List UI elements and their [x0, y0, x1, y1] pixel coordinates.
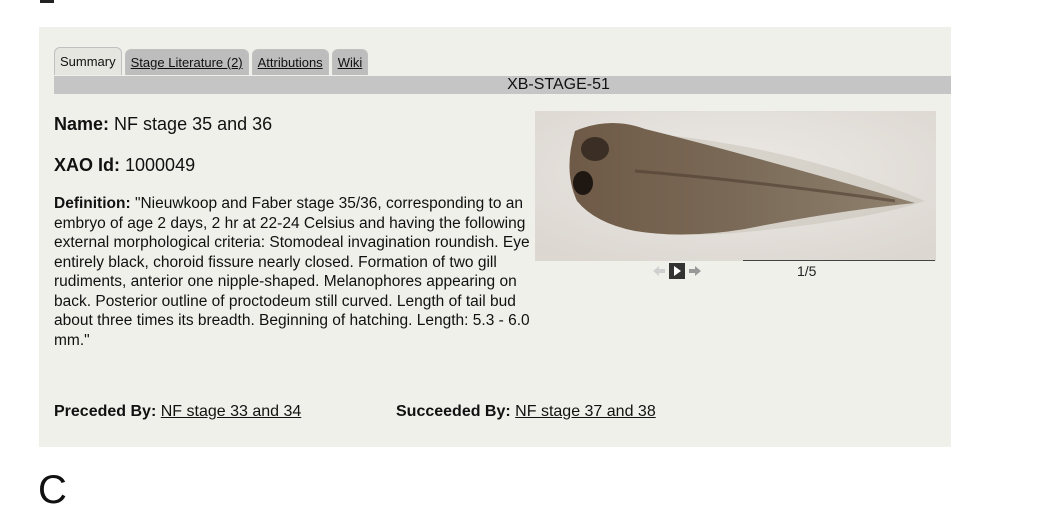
top-edge-mark: [40, 0, 54, 3]
succeeded-by-label: Succeeded By:: [396, 403, 511, 420]
tadpole-illustration: [535, 111, 936, 261]
tab-summary[interactable]: Summary: [54, 47, 122, 75]
xao-id-value: 1000049: [125, 155, 196, 175]
play-icon[interactable]: [669, 263, 685, 279]
image-divider: [743, 260, 935, 261]
stage-id: XB-STAGE-51: [507, 76, 610, 93]
next-arrow-icon[interactable]: [687, 263, 703, 279]
tab-wiki[interactable]: Wiki: [331, 49, 369, 75]
panel-letter: C: [38, 468, 67, 512]
tab-attributions[interactable]: Attributions: [251, 49, 329, 75]
definition-block: Definition: "Nieuwkoop and Faber stage 3…: [54, 194, 541, 350]
tab-stage-literature[interactable]: Stage Literature (2): [124, 49, 249, 75]
definition-label: Definition:: [54, 195, 131, 212]
name-field: Name: NF stage 35 and 36: [54, 114, 272, 135]
preceded-by: Preceded By: NF stage 33 and 34: [54, 403, 301, 421]
definition-text: "Nieuwkoop and Faber stage 35/36, corres…: [54, 195, 530, 349]
prev-arrow-icon[interactable]: [651, 263, 667, 279]
name-label: Name:: [54, 114, 110, 134]
name-value: NF stage 35 and 36: [114, 114, 273, 134]
image-counter: 1/5: [797, 263, 817, 279]
tadpole-image[interactable]: [535, 111, 936, 261]
succeeded-by: Succeeded By: NF stage 37 and 38: [396, 403, 656, 421]
tab-bar: Summary Stage Literature (2) Attribution…: [54, 47, 369, 75]
succeeded-by-link[interactable]: NF stage 37 and 38: [515, 403, 656, 420]
stage-summary-panel: Summary Stage Literature (2) Attribution…: [39, 27, 951, 447]
xao-id-field: XAO Id: 1000049: [54, 155, 195, 176]
stage-id-bar: XB-STAGE-51: [54, 76, 951, 94]
xao-id-label: XAO Id:: [54, 155, 120, 175]
image-carousel-controls: [651, 263, 703, 279]
preceded-by-label: Preceded By:: [54, 403, 157, 420]
preceded-by-link[interactable]: NF stage 33 and 34: [161, 403, 302, 420]
